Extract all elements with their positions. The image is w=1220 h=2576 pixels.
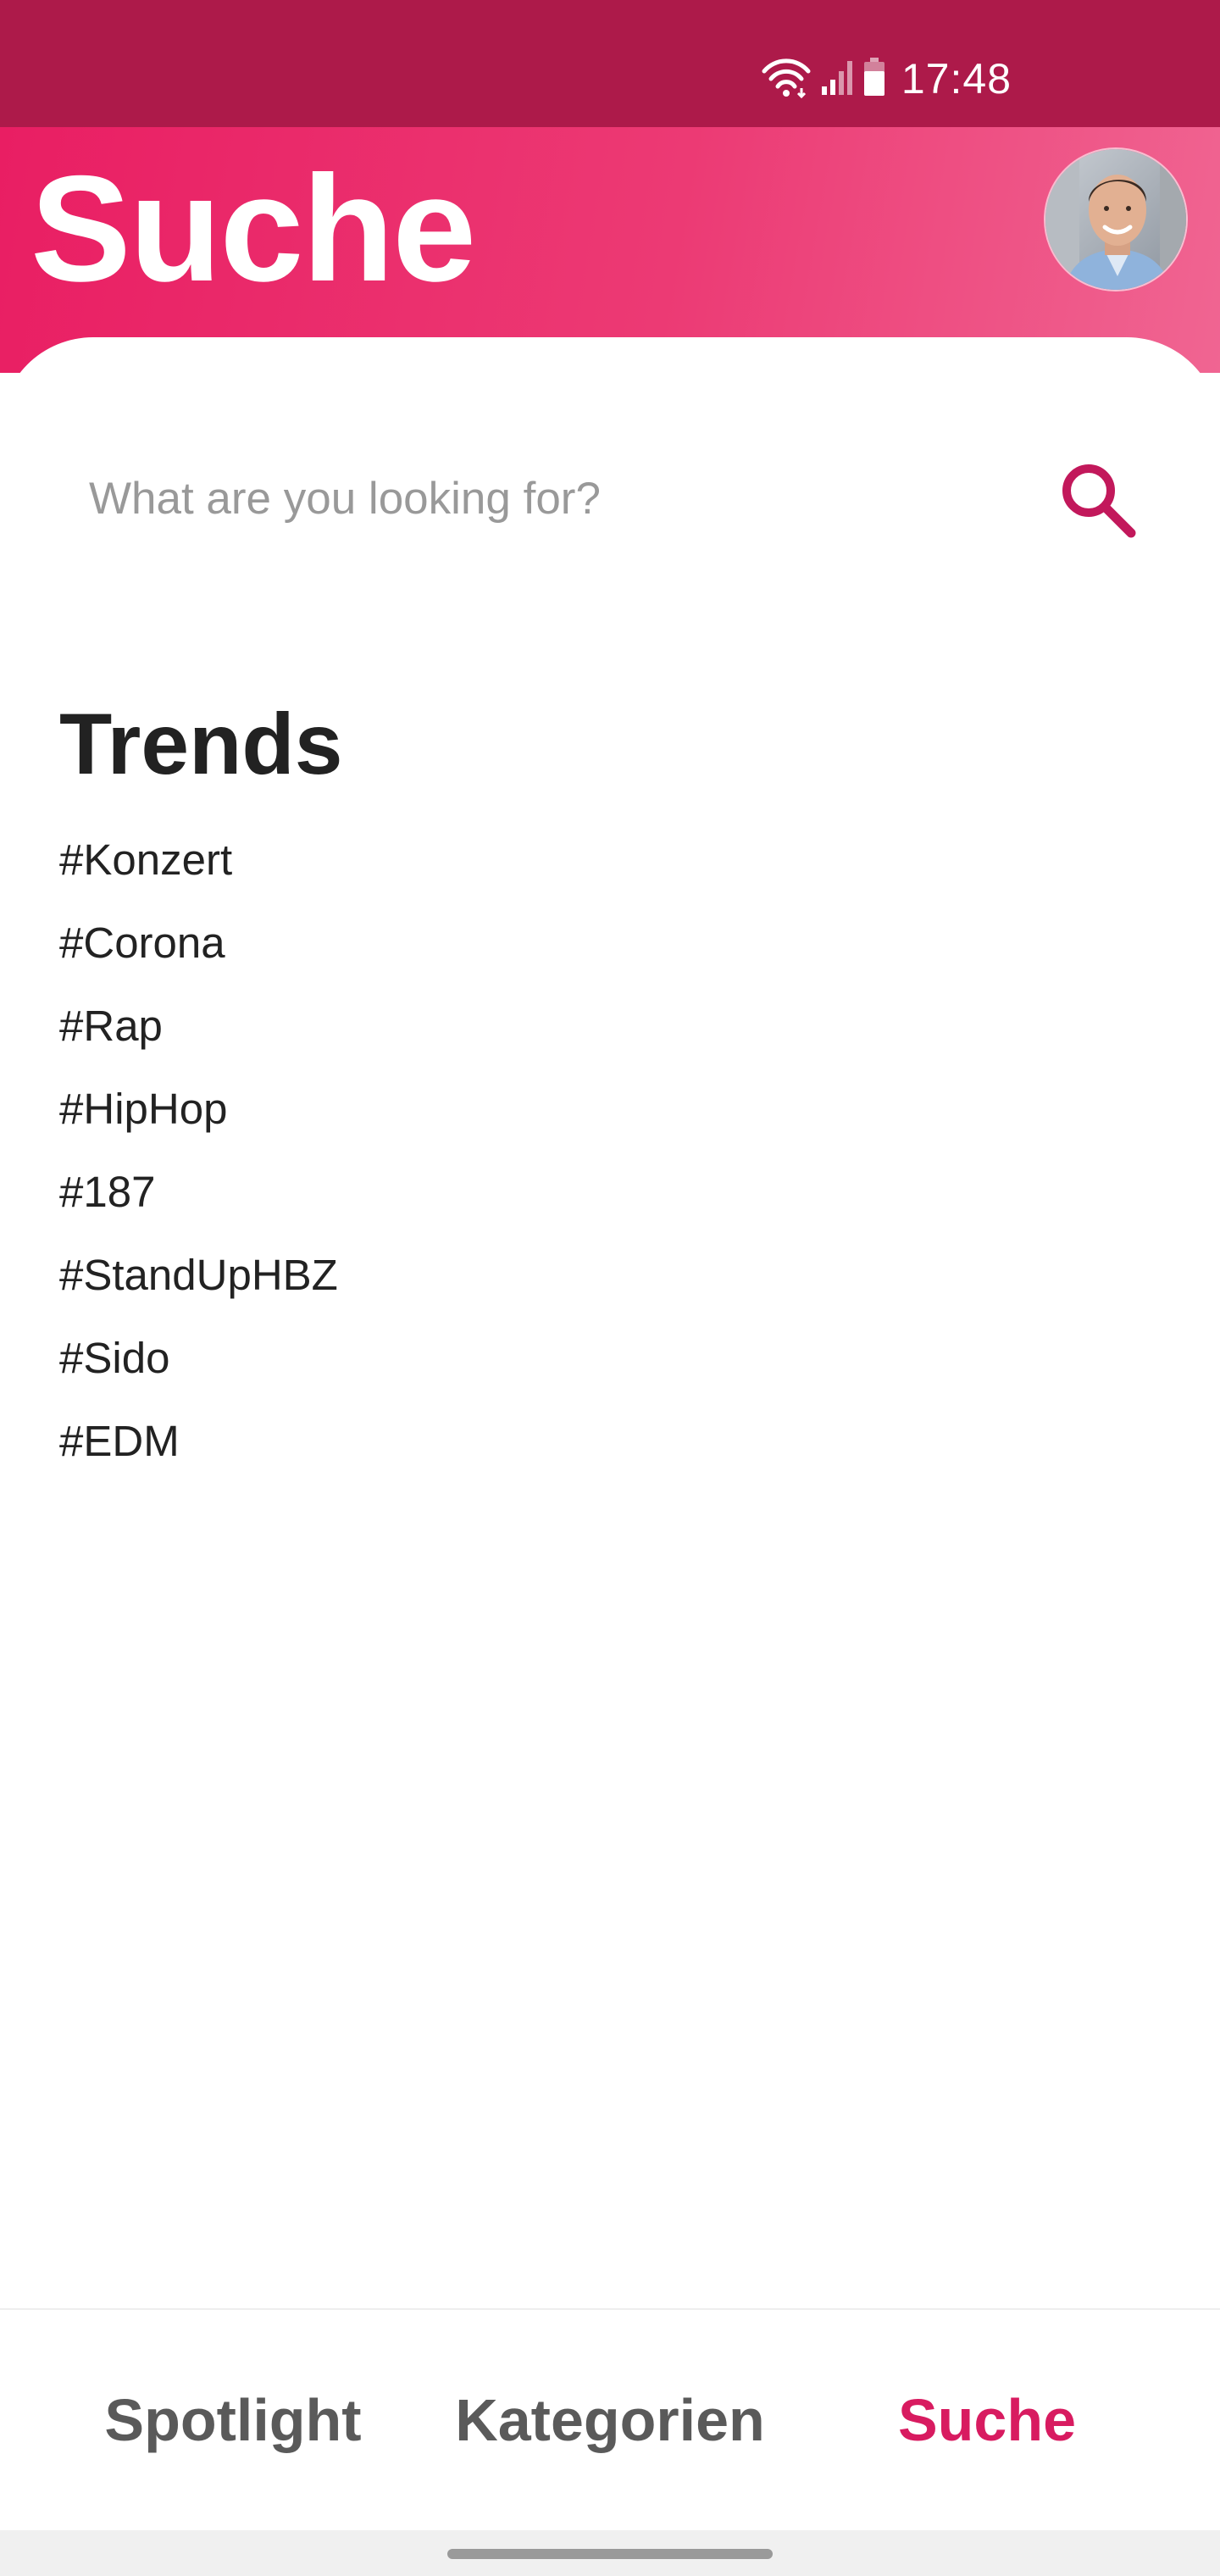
status-time: 17:48 <box>901 55 1012 103</box>
trend-item-rap[interactable]: #Rap <box>59 985 338 1068</box>
trends-title: Trends <box>59 696 343 792</box>
trend-item-hiphop[interactable]: #HipHop <box>59 1068 338 1151</box>
page-title: Suche <box>30 144 476 313</box>
search-icon <box>1062 464 1136 538</box>
search-bar <box>51 430 1144 566</box>
trend-item-edm[interactable]: #EDM <box>59 1400 338 1483</box>
trend-item-corona[interactable]: #Corona <box>59 902 338 985</box>
battery-icon <box>862 57 886 101</box>
header: Suche <box>0 127 1220 373</box>
trend-item-standuphbz[interactable]: #StandUpHBZ <box>59 1234 338 1317</box>
tab-suche[interactable]: Suche <box>881 2310 1093 2530</box>
search-button[interactable] <box>1042 444 1152 554</box>
trend-item-187[interactable]: #187 <box>59 1151 338 1234</box>
trend-item-konzert[interactable]: #Konzert <box>59 819 338 902</box>
signal-icon <box>820 58 854 101</box>
bottom-nav: Spotlight Kategorien Suche <box>0 2308 1220 2530</box>
avatar[interactable] <box>1044 147 1188 291</box>
trend-item-sido[interactable]: #Sido <box>59 1317 338 1400</box>
tab-spotlight[interactable]: Spotlight <box>93 2310 373 2530</box>
user-avatar-icon <box>1045 149 1186 290</box>
home-indicator[interactable] <box>447 2549 773 2559</box>
gesture-area <box>0 2530 1220 2576</box>
content-card: Trends #Konzert #Corona #Rap #HipHop #18… <box>0 337 1220 2312</box>
search-input[interactable] <box>51 430 983 566</box>
trend-list: #Konzert #Corona #Rap #HipHop #187 #Stan… <box>59 819 338 1483</box>
tab-kategorien[interactable]: Kategorien <box>449 2310 771 2530</box>
status-icons: 17:48 <box>761 49 1012 108</box>
wifi-icon <box>761 56 812 103</box>
status-bar: 17:48 <box>0 0 1220 127</box>
